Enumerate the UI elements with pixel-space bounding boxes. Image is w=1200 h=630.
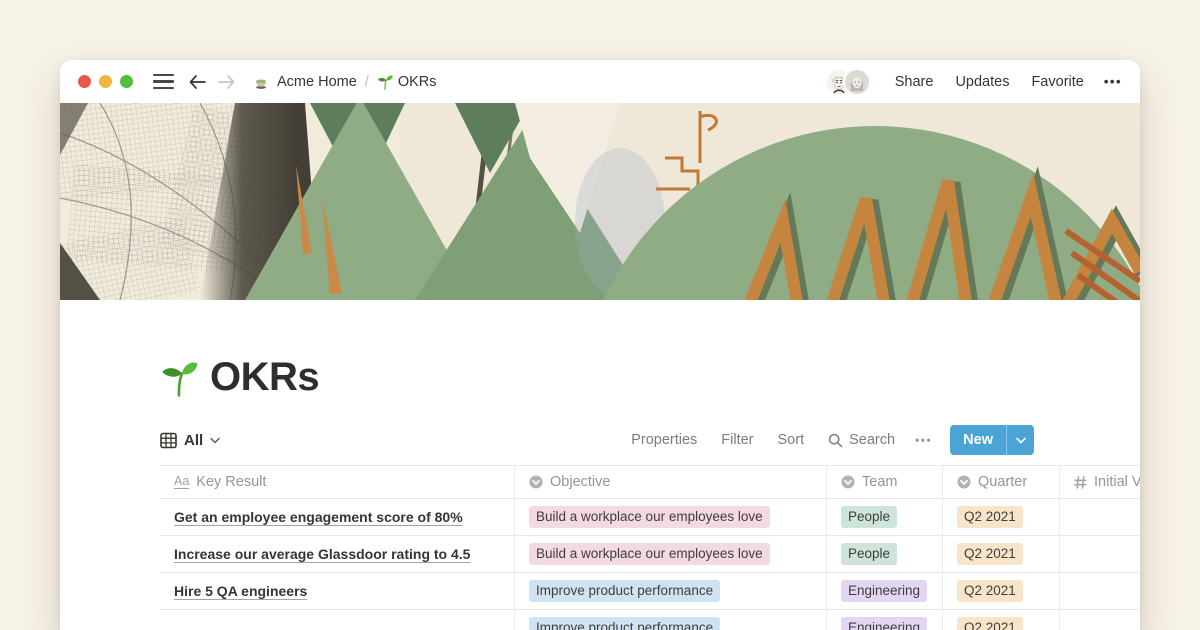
select-property-icon (841, 475, 855, 489)
key-result-cell[interactable]: Get an employee engagement score of 80% (160, 499, 515, 535)
new-button-label[interactable]: New (950, 425, 1006, 455)
more-options-icon[interactable]: ••• (1104, 74, 1122, 89)
table-row: Improve product performance Engineering … (160, 610, 1140, 630)
table-row: Increase our average Glassdoor rating to… (160, 536, 1140, 573)
breadcrumb-home[interactable]: Acme Home (277, 74, 357, 90)
team-tag: People (841, 506, 897, 528)
objective-cell[interactable]: Improve product performance (515, 573, 827, 609)
initial-value-cell[interactable] (1060, 499, 1140, 535)
sort-button[interactable]: Sort (778, 432, 805, 448)
sidebar-menu-button[interactable] (153, 74, 174, 89)
objective-cell[interactable]: Build a workplace our employees love (515, 499, 827, 535)
objective-cell[interactable]: Improve product performance (515, 610, 827, 630)
new-button-dropdown[interactable] (1007, 425, 1034, 455)
database-toolbar: All Properties Filter Sort Search ••• (160, 425, 1034, 455)
breadcrumb-separator: / (365, 74, 369, 90)
column-header-team[interactable]: Team (827, 466, 943, 498)
window-topbar: Acme Home / OKRs (60, 60, 1140, 103)
forward-arrow-icon (219, 76, 234, 88)
table-view-icon (160, 432, 177, 449)
objective-tag: Improve product performance (529, 617, 720, 630)
page-icon-seedling[interactable] (160, 359, 198, 397)
botanical-cover-art (60, 103, 1140, 300)
team-tag: Engineering (841, 617, 927, 630)
quarter-tag: Q2 2021 (957, 543, 1023, 565)
breadcrumb-current[interactable]: OKRs (398, 74, 437, 90)
view-more-options-icon[interactable]: ••• (915, 433, 932, 447)
objective-tag: Improve product performance (529, 580, 720, 602)
team-cell[interactable]: Engineering (827, 573, 943, 609)
text-property-icon: Aa (174, 475, 189, 489)
quarter-tag: Q2 2021 (957, 580, 1023, 602)
select-property-icon (957, 475, 971, 489)
collaborator-avatars (827, 70, 869, 94)
search-icon (828, 433, 843, 448)
notion-window: Acme Home / OKRs (60, 60, 1140, 630)
key-result-cell[interactable]: Increase our average Glassdoor rating to… (160, 536, 515, 572)
okr-table: Aa Key Result Objective (160, 465, 1140, 630)
team-cell[interactable]: People (827, 499, 943, 535)
share-button[interactable]: Share (895, 74, 934, 90)
key-result-cell[interactable] (160, 610, 515, 630)
search-button[interactable]: Search (828, 432, 895, 448)
objective-cell[interactable]: Build a workplace our employees love (515, 536, 827, 572)
team-cell[interactable]: People (827, 536, 943, 572)
window-zoom-button[interactable] (120, 75, 133, 88)
column-header-initial-value[interactable]: Initial V (1060, 466, 1140, 498)
quarter-cell[interactable]: Q2 2021 (943, 499, 1060, 535)
column-header-key-result[interactable]: Aa Key Result (160, 466, 515, 498)
updates-button[interactable]: Updates (955, 74, 1009, 90)
team-cell[interactable]: Engineering (827, 610, 943, 630)
search-label: Search (849, 432, 895, 448)
table-row: Get an employee engagement score of 80% … (160, 499, 1140, 536)
quarter-cell[interactable]: Q2 2021 (943, 573, 1060, 609)
acme-home-pot-icon (252, 73, 270, 91)
page-title: OKRs (210, 355, 319, 400)
initial-value-cell[interactable] (1060, 573, 1140, 609)
forward-button[interactable] (217, 74, 236, 90)
chevron-down-icon (210, 437, 220, 444)
key-result-cell[interactable]: Hire 5 QA engineers (160, 573, 515, 609)
team-tag: People (841, 543, 897, 565)
select-property-icon (529, 475, 543, 489)
table-header-row: Aa Key Result Objective (160, 465, 1140, 499)
new-button[interactable]: New (950, 425, 1034, 455)
seedling-icon (377, 74, 393, 90)
avatar-user-2[interactable] (845, 70, 869, 94)
filter-button[interactable]: Filter (721, 432, 753, 448)
back-button[interactable] (188, 74, 207, 90)
quarter-tag: Q2 2021 (957, 617, 1023, 630)
back-arrow-icon (191, 76, 206, 88)
window-minimize-button[interactable] (99, 75, 112, 88)
table-row: Hire 5 QA engineers Improve product perf… (160, 573, 1140, 610)
cover-image (60, 103, 1140, 300)
initial-value-cell[interactable] (1060, 536, 1140, 572)
column-header-quarter[interactable]: Quarter (943, 466, 1060, 498)
quarter-cell[interactable]: Q2 2021 (943, 610, 1060, 630)
desktop-background: Acme Home / OKRs (0, 0, 1200, 630)
column-header-objective[interactable]: Objective (515, 466, 827, 498)
quarter-tag: Q2 2021 (957, 506, 1023, 528)
chevron-down-icon (1016, 437, 1026, 444)
window-close-button[interactable] (78, 75, 91, 88)
properties-button[interactable]: Properties (631, 432, 697, 448)
view-tab-label: All (184, 432, 203, 449)
objective-tag: Build a workplace our employees love (529, 506, 770, 528)
favorite-button[interactable]: Favorite (1031, 74, 1083, 90)
team-tag: Engineering (841, 580, 927, 602)
quarter-cell[interactable]: Q2 2021 (943, 536, 1060, 572)
objective-tag: Build a workplace our employees love (529, 543, 770, 565)
breadcrumb: Acme Home / OKRs (236, 73, 436, 91)
number-property-icon (1074, 476, 1087, 489)
initial-value-cell[interactable] (1060, 610, 1140, 630)
view-tab-all[interactable]: All (160, 432, 220, 449)
page-header: OKRs (160, 300, 1140, 400)
